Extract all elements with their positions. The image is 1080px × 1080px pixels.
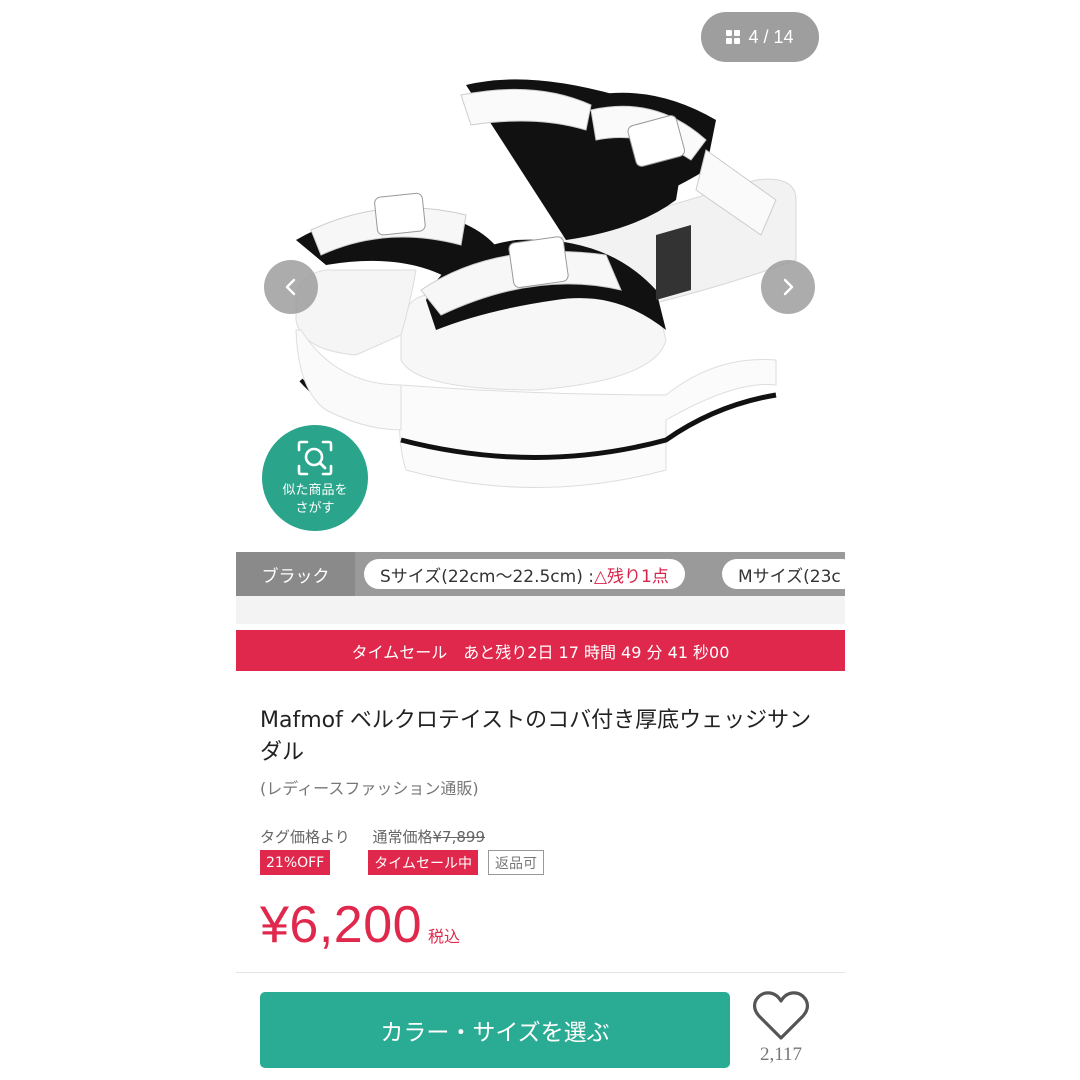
chevron-right-icon (783, 278, 794, 296)
chevron-left-icon (285, 278, 296, 296)
size-chip-label: Mサイズ(23c (738, 566, 841, 587)
favorite-button[interactable]: 2,117 (751, 990, 811, 1066)
regular-price: 通常価格¥7,899 (372, 826, 485, 847)
similar-items-search-button[interactable]: 似た商品を さがす (262, 425, 368, 531)
size-chip-m[interactable]: Mサイズ(23c (722, 559, 845, 589)
regular-price-label: 通常価格 (372, 828, 433, 846)
timesale-countdown-banner: タイムセール あと残り2日 17 時間 49 分 41 秒00 (236, 630, 845, 671)
product-title: Mafmof ベルクロテイストのコバ付き厚底ウェッジサンダル (260, 708, 812, 765)
price-reference: タグ価格より 通常価格¥7,899 (260, 826, 485, 847)
favorite-count: 2,117 (759, 1044, 803, 1065)
price-badges: 21%OFF タイムセール中 返品可 (260, 850, 544, 875)
timesale-badge: タイムセール中 (368, 850, 478, 875)
tag-price-label: タグ価格より (260, 828, 350, 846)
regular-price-value: ¥7,899 (432, 828, 486, 846)
variant-strip: ブラック Sサイズ(22cm〜22.5cm) : △残り1点 Mサイズ(23c (236, 552, 845, 596)
heart-icon (752, 991, 810, 1040)
divider (236, 972, 845, 973)
stock-status: △残り1点 (593, 566, 669, 587)
previous-image-button[interactable] (264, 260, 318, 314)
product-subtitle: (レディースファッション通販) (260, 779, 479, 798)
size-chip-label: Sサイズ(22cm〜22.5cm) : (380, 566, 594, 587)
similar-items-label-line2: さがす (295, 501, 335, 516)
returnable-badge: 返品可 (487, 850, 544, 875)
next-image-button[interactable] (761, 260, 815, 314)
discount-badge: 21%OFF (260, 850, 331, 875)
image-search-icon (297, 440, 333, 476)
sale-price: ¥6,200 税込 (260, 895, 460, 955)
grid-icon (726, 30, 741, 44)
product-image-gallery[interactable]: 4 / 14 似た商品を さがす (236, 0, 845, 552)
tax-label: 税込 (428, 929, 461, 946)
sale-price-amount: ¥6,200 (260, 896, 423, 954)
color-chip-black[interactable]: ブラック (236, 552, 355, 596)
image-counter[interactable]: 4 / 14 (701, 12, 819, 62)
size-chip-s[interactable]: Sサイズ(22cm〜22.5cm) : △残り1点 (364, 559, 685, 589)
product-page: 4 / 14 似た商品を さがす ブラック Sサイズ(22cm〜22.5cm) … (236, 0, 845, 1080)
similar-items-label-line1: 似た商品を (282, 483, 348, 498)
image-counter-label: 4 / 14 (748, 26, 794, 47)
similar-items-label: 似た商品を さがす (282, 482, 347, 518)
select-color-size-button[interactable]: カラー・サイズを選ぶ (260, 992, 730, 1068)
variant-strip-spacer (236, 596, 845, 624)
